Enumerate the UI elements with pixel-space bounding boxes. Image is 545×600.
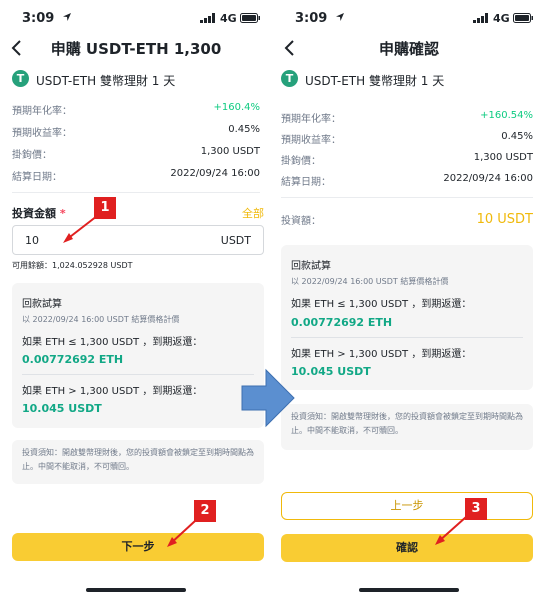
case-below-value: 0.00772692 ETH [291,316,393,329]
status-time: 3:09 [295,11,328,26]
info-value: 1,300 USDT [473,152,533,163]
step-marker-2: 2 [194,500,216,522]
info-label: 結算日期： [12,172,62,183]
status-bar: 3:09 4G [0,0,272,36]
case-above-label: 如果 ETH > 1,300 USDT ，到期返還： [291,349,472,360]
product-name: USDT-ETH 雙幣理財 1 天 [36,74,176,88]
amount-unit: USDT [220,234,251,247]
info-row-apr: 預期年化率： +160.54% [281,110,533,126]
case-above-label: 如果 ETH > 1,300 USDT ，到期返還： [22,386,203,397]
info-row-settle: 結算日期： 2022/09/24 16:00 [281,173,533,189]
subscribe-screen: 3:09 4G 申購 USDT-ETH 1,300 T USDT-ETH 雙幣理… [0,0,272,600]
amount-label-text: 投資金額 [12,207,56,220]
info-row-strike: 掛鉤價： 1,300 USDT [281,152,533,168]
page-title: 申購確認 [378,40,439,58]
card-subtitle: 以 2022/09/24 16:00 USDT 結算價格計價 [291,277,449,286]
network-label: 4G [493,12,510,25]
investment-notice: 投資須知：開啟雙幣理財後，您的投資額會被鎖定至到期時間點為止。中間不能取消，不可… [12,440,264,484]
signal-icon [200,13,215,23]
info-value: +160.4% [213,102,260,113]
card-title: 回款試算 [291,261,331,272]
divider [12,192,260,193]
home-indicator [359,588,459,592]
available-balance: 可用餘額：1,024.052928 USDT [12,261,133,270]
info-value: 1,300 USDT [200,146,260,157]
status-time: 3:09 [22,11,55,26]
info-row-apr: 預期年化率： +160.4% [12,102,260,118]
signal-icon [473,13,488,23]
case-above-value: 10.045 USDT [291,365,371,378]
previous-step-button[interactable]: 上一步 [281,492,533,520]
info-label: 掛鉤價： [281,156,321,167]
nav-bar: 申購確認 [273,36,545,62]
product-name: USDT-ETH 雙幣理財 1 天 [305,74,445,88]
all-amount-link[interactable]: 全部 [242,205,264,221]
step-marker-1: 1 [94,197,116,219]
battery-icon [513,13,533,23]
usdt-coin-icon: T [12,70,29,87]
case-above-value: 10.045 USDT [22,402,102,415]
payout-estimate-card: 回款試算 以 2022/09/24 16:00 USDT 結算價格計價 如果 E… [281,245,533,390]
status-bar: 3:09 4G [273,0,545,36]
page-title: 申購 USDT-ETH 1,300 [50,40,222,58]
amount-input[interactable]: 10 USDT [12,225,264,255]
info-row-settle: 結算日期： 2022/09/24 16:00 [12,168,260,184]
info-value: 0.45% [228,124,260,135]
info-value: 0.45% [501,131,533,142]
case-below-label: 如果 ETH ≤ 1,300 USDT ，到期返還： [291,299,472,310]
battery-icon [240,13,260,23]
info-label: 預期年化率： [12,106,72,117]
home-indicator [86,588,186,592]
info-row-yield: 預期收益率： 0.45% [12,124,260,140]
confirm-screen: 3:09 4G 申購確認 T USDT-ETH 雙幣理財 1 天 預期年化率： … [273,0,545,600]
divider [281,197,533,198]
usdt-coin-icon: T [281,70,298,87]
info-label: 預期年化率： [281,114,341,125]
product-header: T USDT-ETH 雙幣理財 1 天 [12,70,260,90]
card-title: 回款試算 [22,299,62,310]
investment-notice: 投資須知：開啟雙幣理財後，您的投資額會被鎖定至到期時間點為止。中間不能取消，不可… [281,404,533,450]
info-label: 預期收益率： [12,128,72,139]
product-header: T USDT-ETH 雙幣理財 1 天 [281,70,533,90]
invest-value: 10 USDT [476,212,533,227]
card-divider [22,374,254,375]
confirm-button[interactable]: 確認 [281,534,533,562]
case-below-value: 0.00772692 ETH [22,353,124,366]
amount-label: 投資金額 * [12,205,66,221]
location-arrow-icon [336,13,344,21]
info-value: 2022/09/24 16:00 [170,168,260,179]
step-marker-3: 3 [465,498,487,520]
card-divider [291,337,523,338]
case-below-label: 如果 ETH ≤ 1,300 USDT ，到期返還： [22,337,203,348]
amount-input-value: 10 [25,234,39,247]
info-row-yield: 預期收益率： 0.45% [281,131,533,147]
invest-amount-row: 投資額： 10 USDT [281,212,533,232]
location-arrow-icon [63,13,71,21]
card-subtitle: 以 2022/09/24 16:00 USDT 結算價格計價 [22,315,180,324]
info-label: 結算日期： [281,177,331,188]
info-label: 預期收益率： [281,135,341,146]
info-value: +160.54% [480,110,533,121]
nav-bar: 申購 USDT-ETH 1,300 [0,36,272,62]
next-step-button[interactable]: 下一步 [12,533,264,561]
info-label: 掛鉤價： [12,150,52,161]
network-label: 4G [220,12,237,25]
required-mark: * [59,207,66,220]
payout-estimate-card: 回款試算 以 2022/09/24 16:00 USDT 結算價格計價 如果 E… [12,283,264,428]
invest-label: 投資額： [281,216,321,227]
info-row-strike: 掛鉤價： 1,300 USDT [12,146,260,162]
info-value: 2022/09/24 16:00 [443,173,533,184]
